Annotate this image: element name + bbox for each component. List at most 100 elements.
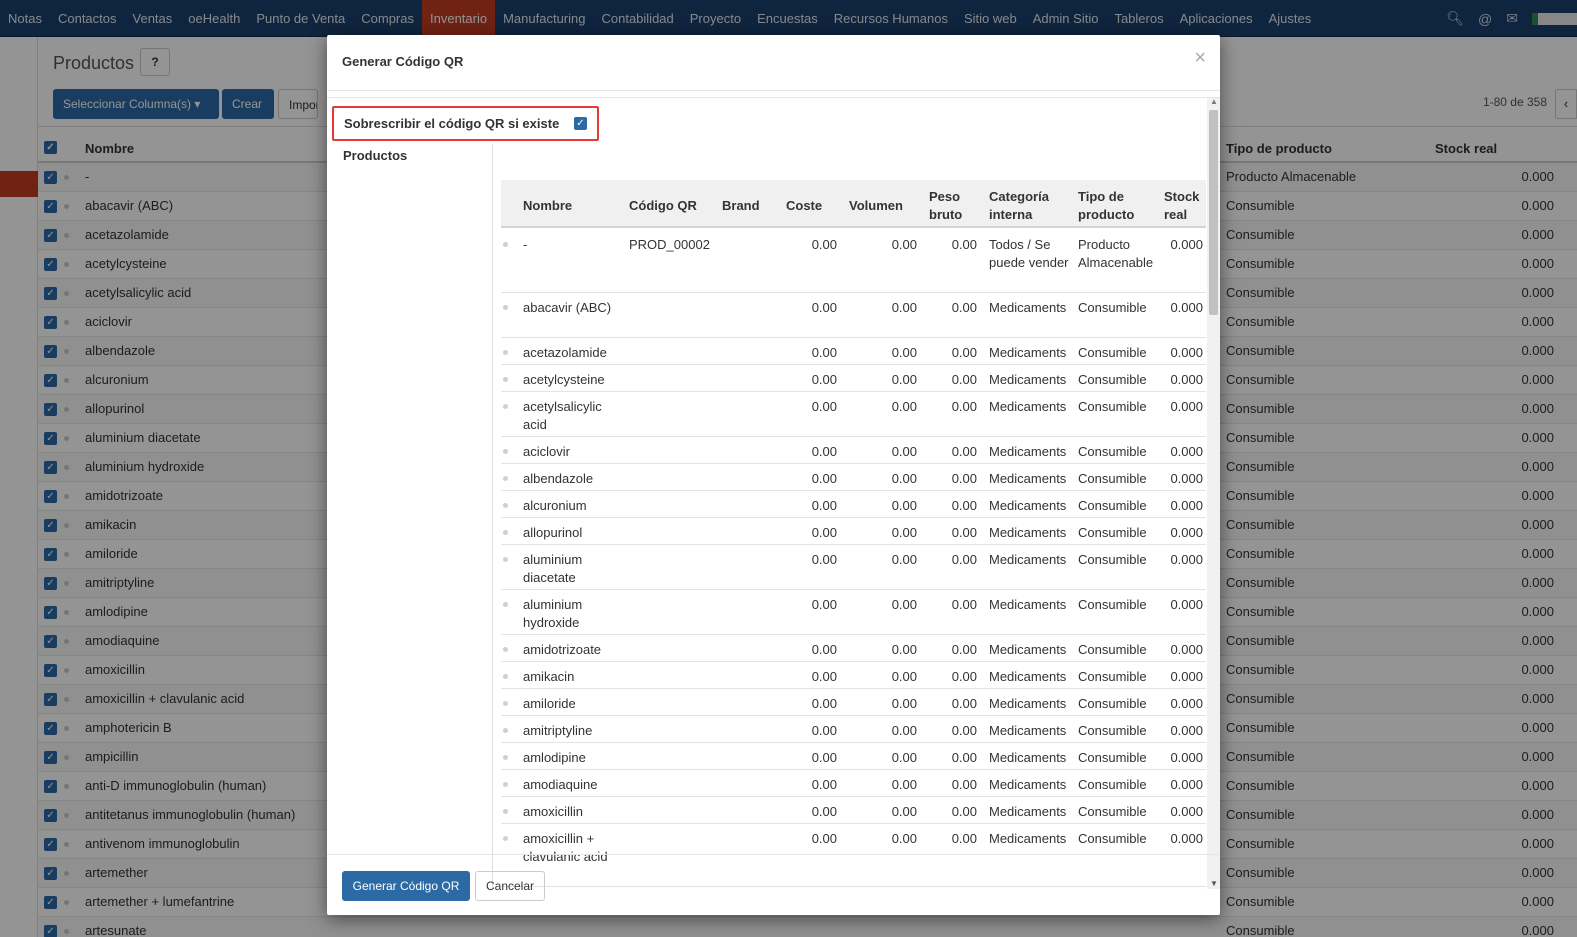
product-row[interactable]: acetylsalicylic acid 0.00 0.00 0.00 Medicame… (501, 392, 1206, 437)
overwrite-checkbox[interactable]: ✓ (574, 117, 587, 130)
cell-stock: 0.000 (1170, 498, 1203, 513)
product-row[interactable]: amoxicillin 0.00 0.00 0.00 Medicaments Consum… (501, 797, 1206, 824)
cell-volume: 0.00 (891, 525, 917, 540)
col-type[interactable]: Tipo de producto (1078, 188, 1148, 224)
cell-weight: 0.00 (951, 777, 977, 792)
cell-type: Consumible (1078, 525, 1147, 540)
col-brand[interactable]: Brand (722, 197, 760, 215)
cell-volume: 0.00 (891, 372, 917, 387)
cell-stock: 0.000 (1170, 552, 1203, 567)
cell-stock: 0.000 (1170, 300, 1203, 315)
product-row[interactable]: amitriptyline 0.00 0.00 0.00 Medicaments Cons… (501, 716, 1206, 743)
cell-stock: 0.000 (1170, 525, 1203, 540)
cell-type: Consumible (1078, 444, 1147, 459)
overwrite-option: Sobrescribir el código QR si existe ✓ (332, 106, 599, 141)
product-row[interactable]: aluminium diacetate 0.00 0.00 0.00 Medicamen… (501, 545, 1206, 590)
product-row[interactable]: aciclovir 0.00 0.00 0.00 Medicaments Consumib… (501, 437, 1206, 464)
cell-stock: 0.000 (1170, 597, 1203, 612)
cell-cost: 0.00 (811, 804, 837, 819)
cell-weight: 0.00 (951, 525, 977, 540)
cell-cost: 0.00 (811, 777, 837, 792)
cell-type: Consumible (1078, 471, 1147, 486)
cell-category: Medicaments (989, 372, 1067, 387)
cell-cost: 0.00 (811, 552, 837, 567)
cell-type: Consumible (1078, 552, 1147, 567)
product-row[interactable]: albendazole 0.00 0.00 0.00 Medicaments Consum… (501, 464, 1206, 491)
col-volume[interactable]: Volumen (849, 197, 903, 215)
cell-category: Medicaments (989, 669, 1067, 684)
cell-type: Consumible (1078, 804, 1147, 819)
cell-category: Medicaments (989, 777, 1067, 792)
drag-handle-icon (503, 602, 508, 607)
cell-stock: 0.000 (1170, 237, 1203, 252)
drag-handle-icon (503, 449, 508, 454)
cell-volume: 0.00 (891, 237, 917, 252)
products-table: Nombre Código QR Brand Coste Volumen Pes… (501, 180, 1206, 889)
product-row[interactable]: acetylcysteine 0.00 0.00 0.00 Medicaments Con… (501, 365, 1206, 392)
product-row[interactable]: alcuronium 0.00 0.00 0.00 Medicaments Consumi… (501, 491, 1206, 518)
product-row[interactable]: acetazolamide 0.00 0.00 0.00 Medicaments Cons… (501, 338, 1206, 365)
cell-volume: 0.00 (891, 831, 917, 846)
product-row[interactable]: amodiaquine 0.00 0.00 0.00 Medicaments Consum… (501, 770, 1206, 797)
cell-category: Medicaments (989, 525, 1067, 540)
drag-handle-icon (503, 755, 508, 760)
cancel-button[interactable]: Cancelar (475, 871, 545, 901)
product-row[interactable]: amikacin 0.00 0.00 0.00 Medicaments Consumibl… (501, 662, 1206, 689)
product-row[interactable]: allopurinol 0.00 0.00 0.00 Medicaments Consum… (501, 518, 1206, 545)
cell-name: alcuronium (523, 498, 587, 513)
cell-category: Medicaments (989, 444, 1067, 459)
cell-category: Medicaments (989, 498, 1067, 513)
cell-stock: 0.000 (1170, 399, 1203, 414)
cell-volume: 0.00 (891, 444, 917, 459)
product-row[interactable]: amiloride 0.00 0.00 0.00 Medicaments Consumib… (501, 689, 1206, 716)
cell-category: Medicaments (989, 750, 1067, 765)
product-row[interactable]: - PROD_00002 0.00 0.00 0.00 Todos / Se puede … (501, 230, 1206, 293)
product-row[interactable]: aluminium hydroxide 0.00 0.00 0.00 Medicamen… (501, 590, 1206, 635)
col-name[interactable]: Nombre (523, 197, 572, 215)
cell-weight: 0.00 (951, 804, 977, 819)
cell-category: Todos / Se puede vender (989, 237, 1069, 270)
products-table-header: Nombre Código QR Brand Coste Volumen Pes… (501, 180, 1206, 228)
scroll-up-icon[interactable]: ▲ (1210, 98, 1218, 106)
cell-category: Medicaments (989, 804, 1067, 819)
cell-stock: 0.000 (1170, 444, 1203, 459)
cell-stock: 0.000 (1170, 750, 1203, 765)
cell-name: acetazolamide (523, 345, 607, 360)
cell-category: Medicaments (989, 642, 1067, 657)
cell-category: Medicaments (989, 300, 1067, 315)
col-stock[interactable]: Stock real (1164, 188, 1204, 224)
cell-stock: 0.000 (1170, 804, 1203, 819)
cell-name: amikacin (523, 669, 575, 684)
scrollbar-thumb[interactable] (1209, 110, 1218, 315)
generate-qr-button[interactable]: Generar Código QR (342, 871, 470, 901)
cell-name: allopurinol (523, 525, 583, 540)
col-category[interactable]: Categoría interna (989, 188, 1069, 224)
drag-handle-icon (503, 809, 508, 814)
product-row[interactable]: amlodipine 0.00 0.00 0.00 Medicaments Consumi… (501, 743, 1206, 770)
cell-cost: 0.00 (811, 831, 837, 846)
cell-category: Medicaments (989, 345, 1067, 360)
cell-weight: 0.00 (951, 498, 977, 513)
cell-category: Medicaments (989, 471, 1067, 486)
col-weight[interactable]: Peso bruto (929, 188, 974, 224)
cell-volume: 0.00 (891, 669, 917, 684)
close-icon[interactable]: × (1194, 47, 1206, 70)
cell-cost: 0.00 (811, 345, 837, 360)
col-qr[interactable]: Código QR (629, 197, 697, 215)
product-row[interactable]: amidotrizoate 0.00 0.00 0.00 Medicaments Cons… (501, 635, 1206, 662)
dialog-scrollbar[interactable]: ▲ ▼ (1207, 98, 1220, 889)
cell-type: Consumible (1078, 399, 1147, 414)
cell-weight: 0.00 (951, 552, 977, 567)
drag-handle-icon (503, 836, 508, 841)
cell-weight: 0.00 (951, 444, 977, 459)
cell-cost: 0.00 (811, 723, 837, 738)
product-row[interactable]: abacavir (ABC) 0.00 0.00 0.00 Medicaments Con… (501, 293, 1206, 338)
cell-stock: 0.000 (1170, 642, 1203, 657)
col-cost[interactable]: Coste (786, 197, 822, 215)
cell-name: amitriptyline (523, 723, 593, 738)
cell-cost: 0.00 (811, 372, 837, 387)
cell-volume: 0.00 (891, 723, 917, 738)
cell-name: amodiaquine (523, 777, 598, 792)
cell-type: Consumible (1078, 345, 1147, 360)
cell-category: Medicaments (989, 399, 1067, 414)
